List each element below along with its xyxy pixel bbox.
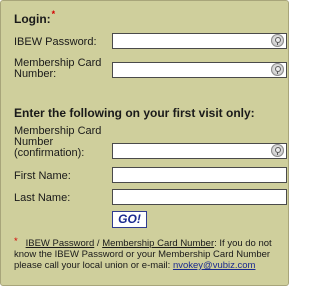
login-panel: Login:* IBEW Password: Membership Card N…: [0, 0, 289, 286]
membership-card-confirm-label: Membership Card Number (confirmation):: [14, 125, 102, 159]
last-name-field[interactable]: [112, 189, 287, 205]
membership-card-confirm-field[interactable]: [112, 143, 287, 159]
login-heading-text: Login:: [14, 12, 51, 26]
email-link[interactable]: nvokey@vubiz.com: [173, 260, 256, 271]
go-button[interactable]: GO!: [112, 211, 147, 228]
membership-card-label: Membership Card Number:: [14, 57, 102, 80]
key-icon[interactable]: [271, 144, 284, 157]
first-visit-heading: Enter the following on your first visit …: [14, 106, 255, 120]
required-mark: *: [14, 236, 18, 247]
last-name-label: Last Name:: [14, 192, 71, 204]
password-label: IBEW Password:: [14, 36, 97, 48]
first-name-field[interactable]: [112, 167, 287, 183]
membership-card-number-link[interactable]: Membership Card Number: [102, 238, 214, 249]
login-heading: Login:*: [14, 9, 56, 26]
key-icon[interactable]: [271, 34, 284, 47]
key-icon[interactable]: [271, 63, 284, 76]
membership-card-field[interactable]: [112, 62, 287, 78]
password-field[interactable]: [112, 33, 287, 49]
required-mark: *: [51, 9, 56, 19]
help-note: * IBEW Password / Membership Card Number…: [14, 236, 284, 271]
link-separator: /: [94, 238, 103, 249]
first-name-label: First Name:: [14, 170, 71, 182]
ibew-password-link[interactable]: IBEW Password: [26, 238, 95, 249]
